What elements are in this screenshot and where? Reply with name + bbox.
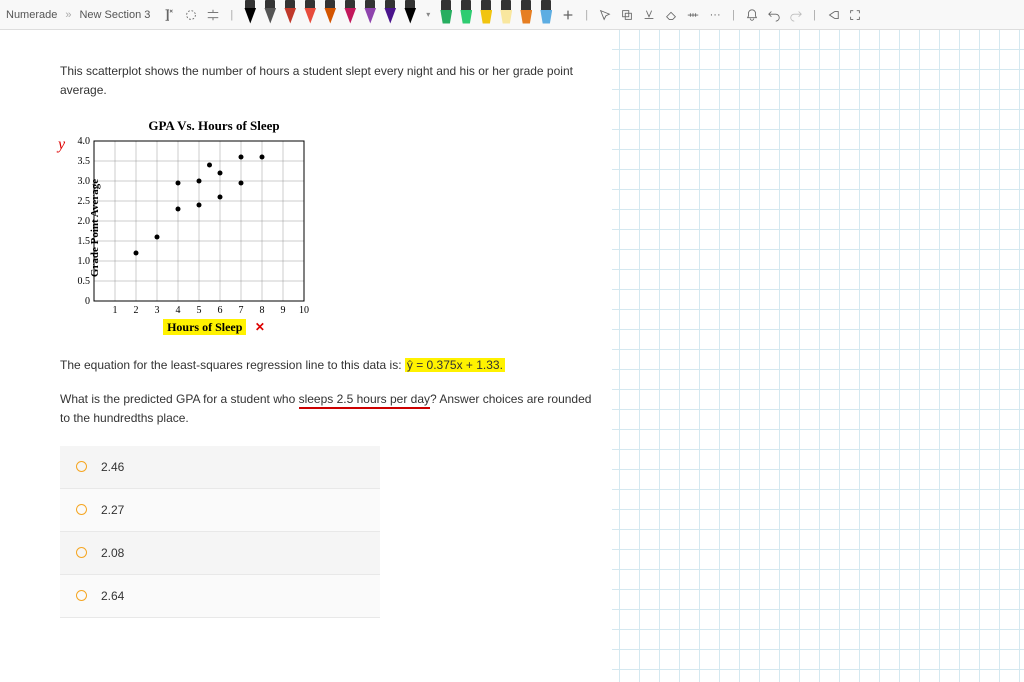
chart-svg: 1234567891000.51.01.52.02.53.03.54.0 <box>64 136 324 316</box>
pen-color-4[interactable] <box>321 0 339 30</box>
question-underlined: sleeps 2.5 hours per day <box>299 392 430 409</box>
answer-text: 2.64 <box>101 589 124 603</box>
chart-title: GPA Vs. Hours of Sleep <box>84 118 344 134</box>
breadcrumb-sep: » <box>65 9 71 21</box>
answer-choice-0[interactable]: 2.46 <box>60 446 380 489</box>
redo-icon[interactable] <box>787 6 805 24</box>
answer-text: 2.46 <box>101 460 124 474</box>
equation-line: The equation for the least-squares regre… <box>60 356 592 375</box>
pen-color-6[interactable] <box>361 0 379 30</box>
pen-dropdown-caret[interactable]: ▾ <box>423 10 433 19</box>
answer-choice-1[interactable]: 2.27 <box>60 489 380 532</box>
highlighter-color-4[interactable] <box>517 0 535 30</box>
highlighter-color-1[interactable] <box>457 0 475 30</box>
svg-text:4.0: 4.0 <box>78 136 91 147</box>
pen-color-5[interactable] <box>341 0 359 30</box>
svg-text:3.5: 3.5 <box>78 156 91 167</box>
breadcrumb-app[interactable]: Numerade <box>6 9 57 21</box>
more-icon[interactable]: ··· <box>706 6 724 24</box>
share-icon[interactable] <box>824 6 842 24</box>
radio-icon <box>76 547 87 558</box>
svg-text:7: 7 <box>239 305 244 316</box>
radio-icon <box>76 590 87 601</box>
ink-to-text-icon[interactable] <box>640 6 658 24</box>
text-cursor-icon[interactable] <box>160 6 178 24</box>
problem-intro: This scatterplot shows the number of hou… <box>60 62 592 100</box>
highlighter-tray <box>437 0 555 30</box>
answer-text: 2.27 <box>101 503 124 517</box>
breadcrumb-section[interactable]: New Section 3 <box>79 9 150 21</box>
y-axis-label: Grade Point Average <box>89 179 101 277</box>
question-line: What is the predicted GPA for a student … <box>60 390 592 428</box>
lasso-icon[interactable] <box>182 6 200 24</box>
x-axis-label: Hours of Sleep <box>163 319 246 335</box>
svg-text:4: 4 <box>176 305 181 316</box>
toolbar-sep-4: | <box>813 9 816 21</box>
answer-list: 2.46 2.27 2.08 2.64 <box>60 446 380 618</box>
question-prefix: What is the predicted GPA for a student … <box>60 392 299 406</box>
highlighter-color-3[interactable] <box>497 0 515 30</box>
pen-color-7[interactable] <box>381 0 399 30</box>
annotation-x: ✕ <box>255 320 265 334</box>
scatterplot: y GPA Vs. Hours of Sleep 1234567891000.5… <box>64 118 344 338</box>
highlighter-color-2[interactable] <box>477 0 495 30</box>
svg-text:10: 10 <box>299 305 309 316</box>
highlighter-color-5[interactable] <box>537 0 555 30</box>
pen-color-3[interactable] <box>301 0 319 30</box>
toolbar-sep-2: | <box>585 9 588 21</box>
ruler-icon[interactable] <box>684 6 702 24</box>
annotation-y: y <box>58 136 65 154</box>
radio-icon <box>76 461 87 472</box>
fullscreen-icon[interactable] <box>846 6 864 24</box>
toolbar-sep-1: | <box>230 9 233 21</box>
svg-text:2: 2 <box>134 305 139 316</box>
answer-text: 2.08 <box>101 546 124 560</box>
eraser-icon[interactable] <box>662 6 680 24</box>
pen-color-2[interactable] <box>281 0 299 30</box>
pen-color-8[interactable] <box>401 0 419 30</box>
svg-text:8: 8 <box>260 305 265 316</box>
shapes-icon[interactable] <box>618 6 636 24</box>
pen-tray <box>241 0 419 30</box>
answer-choice-3[interactable]: 2.64 <box>60 575 380 618</box>
svg-text:6: 6 <box>218 305 223 316</box>
undo-icon[interactable] <box>765 6 783 24</box>
highlighter-color-0[interactable] <box>437 0 455 30</box>
equation-highlight: ŷ = 0.375x + 1.33. <box>405 358 505 372</box>
svg-text:0.5: 0.5 <box>78 276 91 287</box>
svg-text:9: 9 <box>281 305 286 316</box>
equation-prefix: The equation for the least-squares regre… <box>60 358 405 372</box>
svg-text:0: 0 <box>85 296 90 307</box>
radio-icon <box>76 504 87 515</box>
pen-color-0[interactable] <box>241 0 259 30</box>
svg-text:5: 5 <box>197 305 202 316</box>
select-icon[interactable] <box>596 6 614 24</box>
document-page: This scatterplot shows the number of hou… <box>0 30 612 682</box>
svg-text:3: 3 <box>155 305 160 316</box>
toolbar: Numerade » New Section 3 | ▾ | ··· | | <box>0 0 1024 30</box>
breadcrumb: Numerade » New Section 3 <box>6 9 150 21</box>
pen-color-1[interactable] <box>261 0 279 30</box>
toolbar-sep-3: | <box>732 9 735 21</box>
svg-text:1: 1 <box>113 305 118 316</box>
add-pen-icon[interactable] <box>559 6 577 24</box>
bell-icon[interactable] <box>743 6 761 24</box>
add-space-icon[interactable] <box>204 6 222 24</box>
answer-choice-2[interactable]: 2.08 <box>60 532 380 575</box>
